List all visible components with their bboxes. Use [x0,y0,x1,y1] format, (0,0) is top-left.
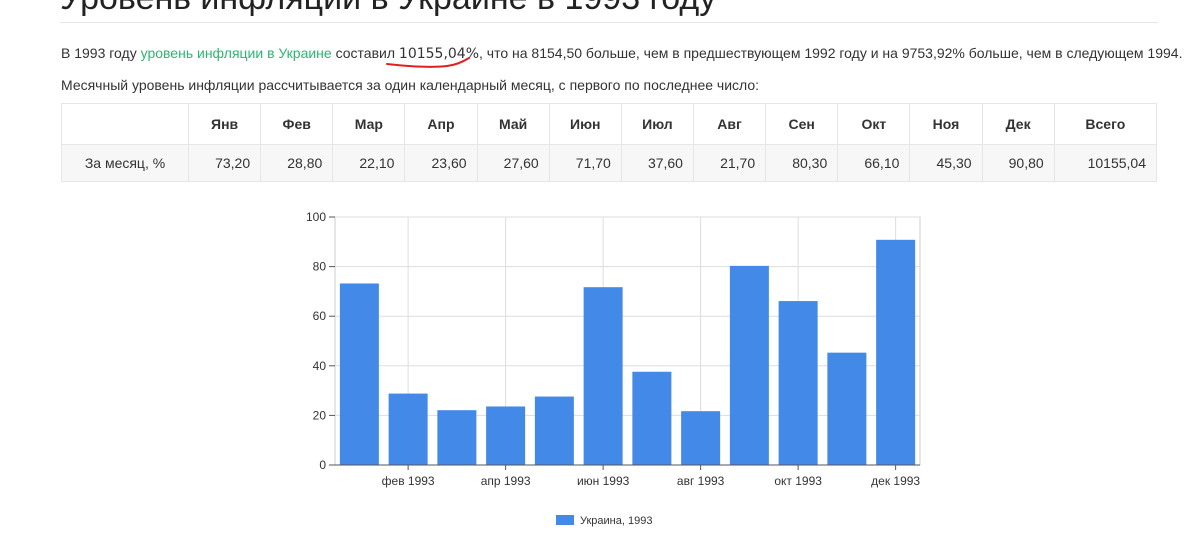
table-cell: 23,60 [404,144,478,182]
table-cell: 21,70 [692,144,767,182]
table-header: Всего [1053,103,1158,145]
table-header: Фев [260,103,334,145]
table-header: Дек [981,103,1055,145]
table-header: Июл [620,103,694,145]
y-tick-label: 20 [313,408,327,422]
intro-text-mid: составил [331,45,399,61]
inflation-bar-chart: 0 20 40 60 80 100 фев 1993 апр 1993 июн 1993 авг … [306,210,921,527]
legend-label: Украина, 1993 [580,515,652,527]
bar [827,352,867,465]
bar [437,410,477,465]
row-label: За месяц, % [61,144,189,182]
table-cell: 37,60 [620,144,694,182]
table-header: Сен [765,103,839,145]
y-tick-label: 100 [306,210,326,224]
table-header: Окт [837,103,911,145]
table-header: Ноя [909,103,983,145]
bar [339,283,379,465]
bar [681,411,721,465]
table-header: Мар [332,103,406,145]
y-tick-label: 40 [313,359,327,373]
inflation-table: Янв Фев Мар Апр Май Июн Июл Авг Сен Окт … [61,103,1158,182]
x-tick-label: июн 1993 [577,474,630,488]
table-cell: 90,80 [981,144,1055,182]
x-tick-label: дек 1993 [871,474,920,488]
table-cell: 73,20 [187,144,262,182]
intro-text-start: В 1993 году [61,45,141,61]
table-header-row: Янв Фев Мар Апр Май Июн Июл Авг Сен Окт … [61,103,1158,145]
table-cell: 80,30 [765,144,839,182]
table-header: Май [476,103,550,145]
table-cell: 28,80 [260,144,334,182]
bar [583,287,623,465]
divider [60,22,1158,23]
table-header: Июн [548,103,622,145]
table-corner-cell [61,103,189,145]
bar [632,371,672,465]
table-header: Апр [404,103,478,145]
table-header: Авг [692,103,767,145]
page-title: Уровень инфляции в Украине в 1993 году [60,0,1160,20]
table-cell: 66,10 [837,144,911,182]
table-cell: 45,30 [909,144,983,182]
intro-text-end: , что на 8154,50 больше, чем в предшеств… [479,45,1183,61]
x-tick-label: окт 1993 [774,474,822,488]
bar [778,301,818,465]
inflation-value: 10155,04% [398,46,480,62]
y-tick-label: 60 [313,309,327,323]
bar [388,393,428,465]
table-cell: 10155,04 [1053,144,1158,182]
bar [534,396,574,465]
table-cell: 71,70 [548,144,622,182]
bar [729,265,769,465]
x-tick-label: авг 1993 [677,474,725,488]
bar [486,406,526,465]
table-header: Янв [187,103,262,145]
legend-swatch [556,515,574,525]
x-tick-label: фев 1993 [382,474,435,488]
table-cell: 22,10 [332,144,406,182]
y-tick-label: 0 [319,458,326,472]
monthly-description: Месячный уровень инфляции рассчитывается… [61,77,760,93]
intro-paragraph: В 1993 году уровень инфляции в Украине с… [61,44,1182,63]
inflation-ukraine-link[interactable]: уровень инфляции в Украине [141,45,332,61]
y-tick-label: 80 [313,260,327,274]
bar [876,239,916,465]
x-tick-label: апр 1993 [481,474,531,488]
table-cell: 27,60 [476,144,550,182]
table-row: За месяц, % 73,20 28,80 22,10 23,60 27,6… [61,144,1158,182]
page: Уровень инфляции в Украине в 1993 году В… [0,0,1200,539]
